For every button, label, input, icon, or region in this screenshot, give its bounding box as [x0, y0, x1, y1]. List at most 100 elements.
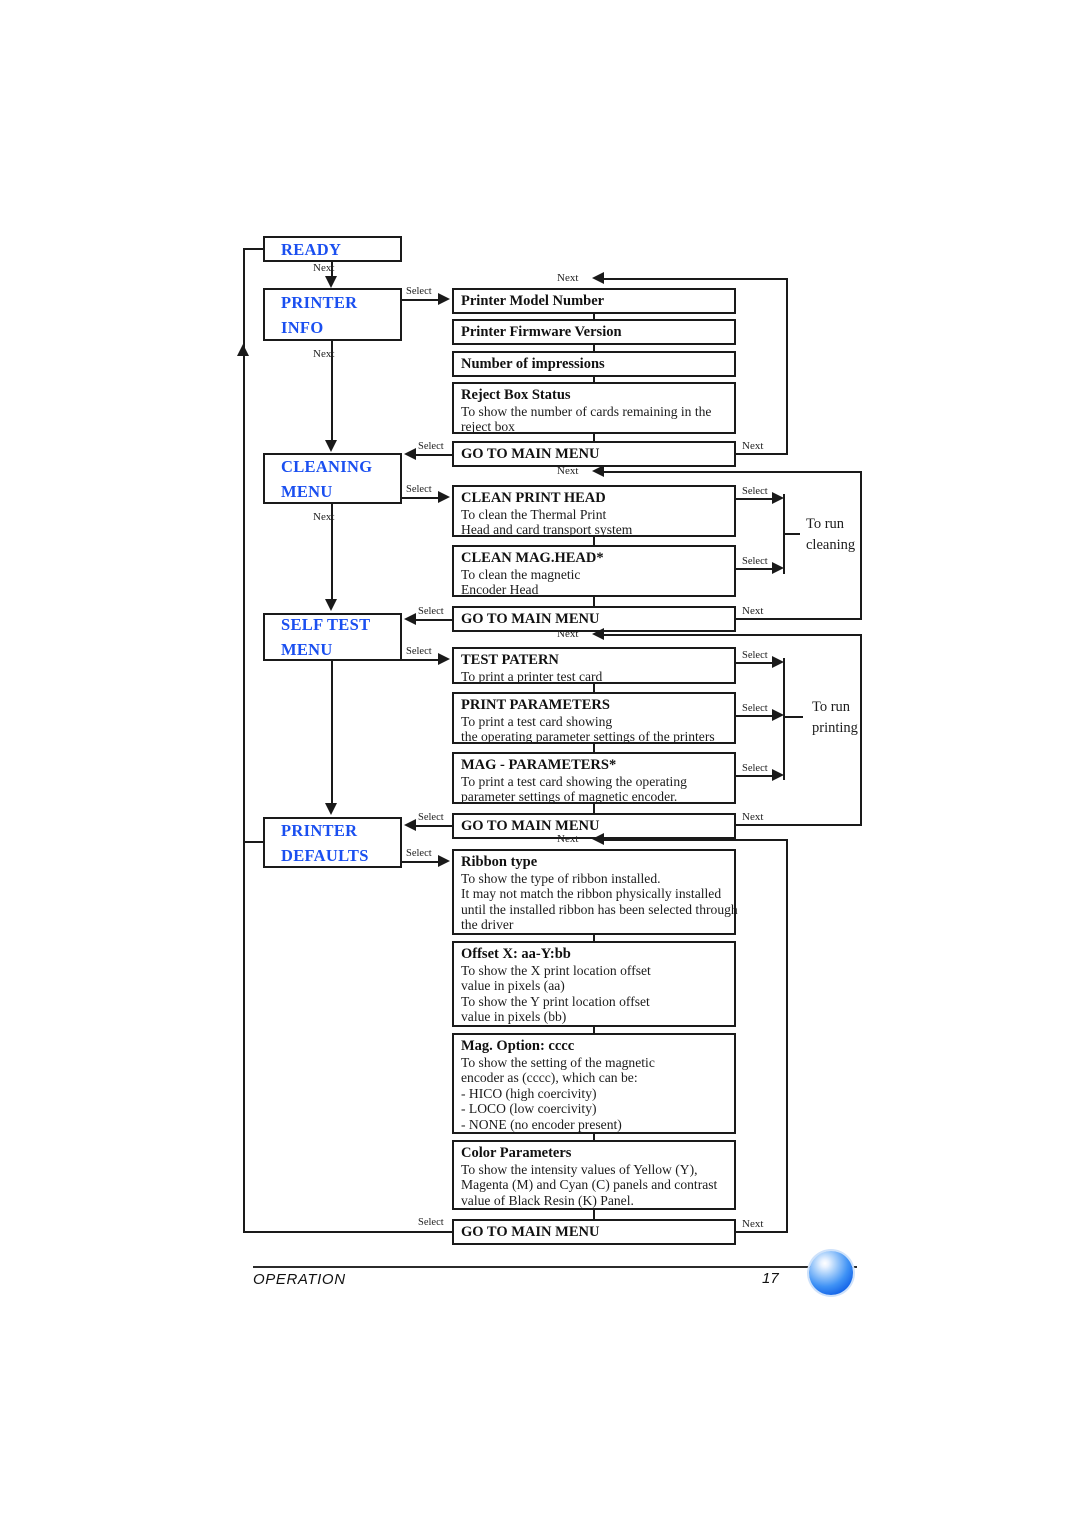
item-print-parameters[interactable]: PRINT PARAMETERS To print a test card sh…: [452, 692, 736, 744]
chain-self-2: [593, 743, 596, 753]
select-arrow-clean-goto-back-icon: [404, 613, 416, 625]
select-arrow-info-goto-back-icon: [404, 448, 416, 460]
item-desc: To print a test card showing the operati…: [461, 714, 726, 745]
item-title: Number of impressions: [461, 356, 605, 372]
state-printer-defaults[interactable]: PRINTER DEFAULTS: [263, 817, 402, 868]
item-desc: To show the intensity values of Yellow (…: [461, 1162, 726, 1208]
item-desc: To show the type of ribbon installed. It…: [461, 871, 738, 933]
edge-label-next-self-loop: Next: [557, 628, 579, 640]
loop-def-top: [596, 839, 788, 842]
item-desc-line: To show the setting of the magnetic: [461, 1055, 655, 1070]
item-defaults-go-to-main-menu[interactable]: GO TO MAIN MENU: [452, 1219, 736, 1245]
edge-label-next-clean-goto: Next: [742, 605, 764, 617]
loop-clean-right: [860, 471, 863, 620]
select-line-self-goto-back: [414, 825, 452, 828]
annotation-line: To run: [812, 699, 851, 715]
select-line-cleaning: [402, 497, 440, 500]
run-clean-stem: [783, 533, 800, 536]
state-printer-info[interactable]: PRINTER INFO: [263, 288, 402, 341]
select-line-info-goto-back: [414, 454, 452, 457]
loop-def-right: [786, 839, 789, 1233]
item-mag-parameters[interactable]: MAG - PARAMETERS* To print a test card s…: [452, 752, 736, 804]
select-arrow-self-goto-back-icon: [404, 819, 416, 831]
item-printer-firmware-version[interactable]: Printer Firmware Version: [452, 319, 736, 345]
item-desc: To clean the magnetic Encoder Head: [461, 567, 726, 598]
select-arrow-self-test-icon: [438, 653, 450, 665]
state-ready[interactable]: READY: [263, 236, 402, 262]
flowchart-page: Select READY PRINTER INFO CLEANING MENU …: [0, 0, 1080, 1528]
edge-label-select-clean-goto: Select: [418, 606, 444, 617]
chain-clean-2: [593, 596, 596, 607]
item-reject-box-status[interactable]: Reject Box Status To show the number of …: [452, 382, 736, 434]
item-number-of-impressions[interactable]: Number of impressions: [452, 351, 736, 377]
item-title: Printer Model Number: [461, 293, 605, 309]
loop-self-bottom: [736, 824, 862, 827]
state-printer-info-line1: PRINTER: [281, 292, 358, 312]
state-self-test-menu-line2: MENU: [281, 640, 333, 659]
edge-label-next-def-goto: Next: [742, 1218, 764, 1230]
item-desc-line: To show the type of ribbon installed.: [461, 871, 661, 886]
select-line-clean-goto-back: [414, 619, 452, 622]
edge-label-select-test-patern: Select: [742, 650, 768, 661]
chain-clean-1: [593, 536, 596, 546]
spine-arrow-up-icon: [237, 344, 249, 356]
item-printer-model-number[interactable]: Printer Model Number: [452, 288, 736, 314]
state-self-test-menu[interactable]: SELF TEST MENU: [263, 613, 402, 661]
item-title: Printer Firmware Version: [461, 324, 622, 340]
item-test-patern[interactable]: TEST PATERN To print a printer test card: [452, 647, 736, 684]
item-printer-info-go-to-main-menu[interactable]: GO TO MAIN MENU: [452, 441, 736, 467]
run-print-stem: [783, 716, 803, 719]
item-title: MAG - PARAMETERS*: [461, 757, 617, 773]
edge-label-select-printer-info: Select: [406, 286, 432, 297]
next-arrow-info-to-cleaning-icon: [325, 440, 337, 452]
edge-label-select-defaults-return: Select: [418, 1217, 444, 1228]
annotation-line: printing: [812, 720, 858, 736]
loop-info-arrow-icon: [592, 272, 604, 284]
item-offset-xy[interactable]: Offset X: aa-Y:bb To show the X print lo…: [452, 941, 736, 1027]
item-desc-line: until the installed ribbon has been sele…: [461, 901, 738, 917]
chain-info-4: [593, 433, 596, 442]
item-desc-line: - LOCO (low coercivity): [461, 1101, 597, 1117]
item-desc-line: value of Black Resin (K) Panel.: [461, 1192, 634, 1208]
item-desc-line: - HICO (high coercivity): [461, 1085, 597, 1101]
edge-label-next-info-goto: Next: [742, 440, 764, 452]
item-clean-print-head[interactable]: CLEAN PRINT HEAD To clean the Thermal Pr…: [452, 485, 736, 537]
edge-label-next-info-loop: Next: [557, 272, 579, 284]
state-printer-defaults-line1: PRINTER: [281, 820, 358, 840]
item-title: Color Parameters: [461, 1145, 572, 1161]
state-printer-defaults-line2: DEFAULTS: [281, 845, 369, 865]
item-clean-mag-head[interactable]: CLEAN MAG.HEAD* To clean the magnetic En…: [452, 545, 736, 597]
select-arrow-defaults-icon: [438, 855, 450, 867]
footer-divider: [253, 1266, 857, 1268]
item-desc-line: value in pixels (aa): [461, 978, 565, 994]
edge-label-next-clean-loop: Next: [557, 465, 579, 477]
chain-info-2: [593, 344, 596, 352]
item-desc-line: the driver: [461, 917, 514, 933]
run-print-bracket: [783, 658, 786, 780]
item-desc-line: To clean the Thermal Print: [461, 507, 607, 522]
select-arrow-printer-info-icon: [438, 293, 450, 305]
item-color-parameters[interactable]: Color Parameters To show the intensity v…: [452, 1140, 736, 1210]
loop-clean-bottom: [736, 618, 862, 621]
loop-self-right: [860, 634, 863, 826]
select-arrow-cleaning-icon: [438, 491, 450, 503]
item-title: GO TO MAIN MENU: [461, 611, 600, 627]
chain-def-4: [593, 1209, 596, 1220]
state-self-test-menu-line1: SELF TEST: [281, 615, 371, 634]
item-ribbon-type[interactable]: Ribbon type To show the type of ribbon i…: [452, 849, 738, 935]
edge-label-select-print-params: Select: [742, 703, 768, 714]
item-title: PRINT PARAMETERS: [461, 697, 610, 713]
item-mag-option[interactable]: Mag. Option: cccc To show the setting of…: [452, 1033, 736, 1134]
chain-self-3: [593, 803, 596, 814]
spine-return-line: [243, 248, 246, 1233]
select-line-printer-info: [402, 299, 440, 302]
item-desc: To clean the Thermal Print Head and card…: [461, 507, 726, 538]
item-title: Ribbon type: [461, 854, 538, 870]
blue-sphere-icon: [809, 1251, 853, 1295]
item-desc-line: To show the X print location offset: [461, 963, 651, 978]
select-line-defaults: [402, 861, 440, 864]
item-title: Mag. Option: cccc: [461, 1038, 575, 1054]
item-title: GO TO MAIN MENU: [461, 446, 600, 462]
spine-bottom-from-goto: [243, 1231, 453, 1234]
state-cleaning-menu[interactable]: CLEANING MENU: [263, 453, 402, 504]
